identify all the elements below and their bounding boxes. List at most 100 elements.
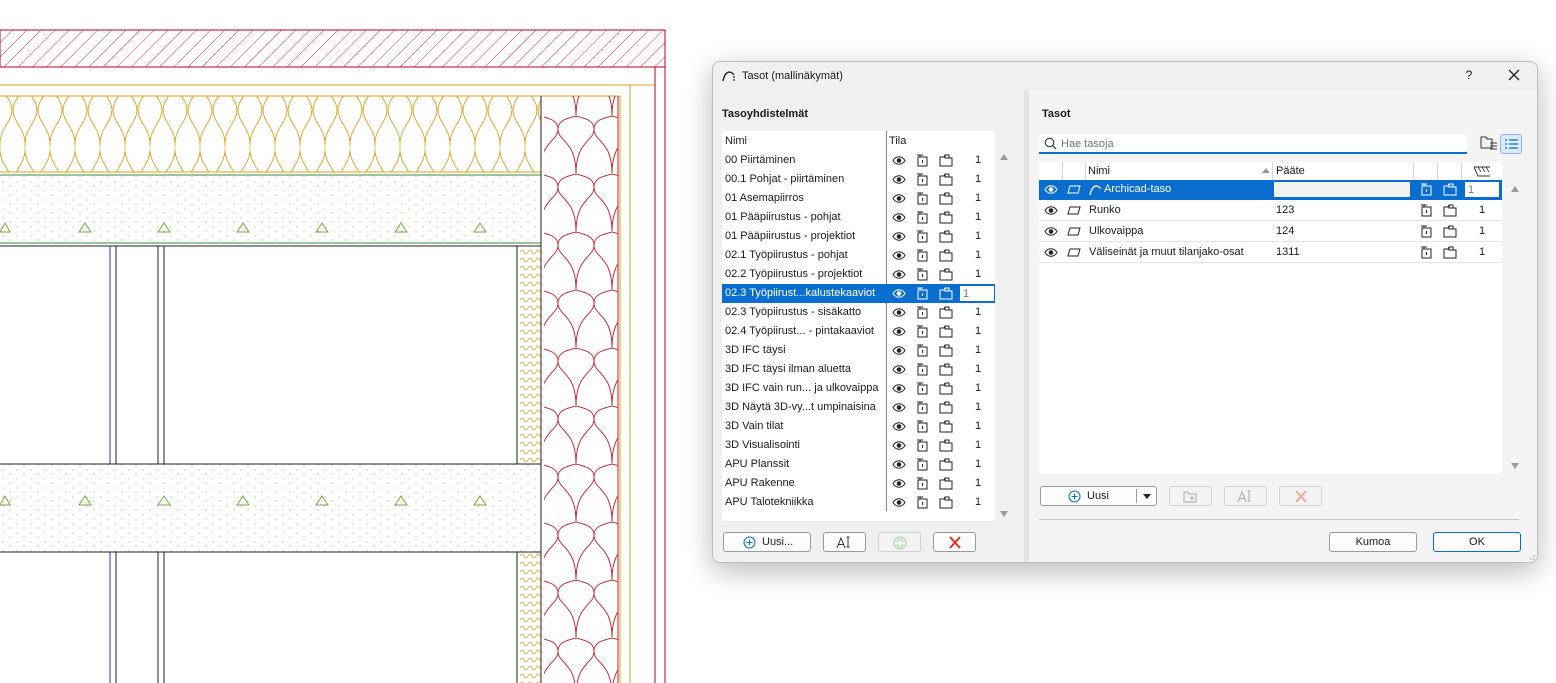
layers-scroll-down[interactable] [1511,463,1519,469]
list-item[interactable]: 01 Pääpiirustus - pohjat 1 [722,208,995,227]
combinations-list[interactable]: Nimi Tila 00 Piirtäminen 1 00.1 Pohjat - p… [722,131,995,521]
eye-icon[interactable] [892,173,906,186]
layer-icon[interactable] [1067,246,1081,259]
table-row[interactable]: Archicad-taso 1 [1039,180,1502,200]
header-solid[interactable] [1438,162,1462,180]
solid-mode-icon[interactable] [939,344,953,357]
list-item[interactable]: 02.3 Työpiirust...kalustekaaviot 1 [722,284,995,303]
lock-icon[interactable] [915,249,929,262]
eye-icon[interactable] [892,401,906,414]
solid-mode-icon[interactable] [939,439,953,452]
layer-icon[interactable] [1067,204,1081,217]
solid-mode-icon[interactable] [939,154,953,167]
help-button[interactable]: ? [1462,68,1476,84]
table-row[interactable]: Runko 123 1 [1039,201,1502,221]
lock-icon[interactable] [915,344,929,357]
eye-icon[interactable] [892,420,906,433]
close-icon[interactable] [1506,67,1522,83]
lock-icon[interactable] [1419,204,1433,217]
list-item[interactable]: 02.1 Työpiirustus - pohjat 1 [722,246,995,265]
eye-icon[interactable] [892,230,906,243]
delete-layer-button[interactable] [1279,486,1322,506]
solid-mode-icon[interactable] [939,325,953,338]
eye-icon[interactable] [892,344,906,357]
solid-mode-icon[interactable] [939,211,953,224]
list-item[interactable]: 3D Näytä 3D-vy...t umpinaisina 1 [722,398,995,417]
dialog-titlebar[interactable]: Tasot (mallinäkymät) ? [713,62,1537,90]
header-lock[interactable] [1063,162,1086,180]
table-row[interactable]: Väliseinät ja muut tilanjako-osat 1311 1 [1039,243,1502,263]
eye-icon[interactable] [892,458,906,471]
lock-icon[interactable] [915,382,929,395]
eye-icon[interactable] [892,154,906,167]
cancel-button[interactable]: Kumoa [1329,532,1417,552]
header-extension[interactable]: Pääte [1273,162,1414,180]
eye-icon[interactable] [892,363,906,376]
list-item[interactable]: APU Rakenne 1 [722,474,995,493]
eye-icon[interactable] [892,382,906,395]
lock-icon[interactable] [1419,225,1433,238]
header-visibility[interactable] [1039,162,1063,180]
list-item[interactable]: 3D Vain tilat 1 [722,417,995,436]
eye-icon[interactable] [1044,246,1058,259]
layer-icon[interactable] [1067,225,1081,238]
lock-icon[interactable] [915,325,929,338]
lock-icon[interactable] [915,439,929,452]
solid-mode-icon[interactable] [939,192,953,205]
lock-icon[interactable] [915,230,929,243]
solid-mode-icon[interactable] [939,268,953,281]
lock-icon[interactable] [915,154,929,167]
solid-mode-icon[interactable] [939,496,953,509]
lock-icon[interactable] [1419,246,1433,259]
list-item[interactable]: 02.3 Työpiirustus - sisäkatto 1 [722,303,995,322]
rename-layer-button[interactable] [1224,486,1267,506]
solid-mode-icon[interactable] [939,306,953,319]
list-item[interactable]: 3D Visualisointi 1 [722,436,995,455]
lock-icon[interactable] [915,496,929,509]
solid-mode-icon[interactable] [939,287,953,300]
list-item[interactable]: 02.4 Työpiirust... - pintakaaviot 1 [722,322,995,341]
resize-grip-icon[interactable] [1527,552,1535,560]
layers-scroll-up[interactable] [1511,186,1519,192]
list-item[interactable]: APU Planssit 1 [722,455,995,474]
solid-mode-icon[interactable] [1443,183,1457,196]
lock-icon[interactable] [915,306,929,319]
lock-icon[interactable] [915,287,929,300]
list-item[interactable]: 00.1 Pohjat - piirtäminen 1 [722,170,995,189]
eye-icon[interactable] [892,211,906,224]
eye-icon[interactable] [1044,204,1058,217]
eye-icon[interactable] [892,268,906,281]
layers-table[interactable]: Nimi Pääte Archicad-taso 1 Runko 123 1 Ulkova… [1039,162,1502,474]
folder-tree-icon[interactable] [1480,135,1498,151]
new-layer-button[interactable]: Uusi [1040,486,1157,506]
lock-icon[interactable] [915,192,929,205]
column-header-name[interactable]: Nimi [725,135,747,147]
list-item[interactable]: 01 Pääpiirustus - projektiot 1 [722,227,995,246]
delete-combination-button[interactable] [933,532,976,552]
intersection-group-value[interactable]: 1 [1464,181,1500,198]
table-row[interactable]: Ulkovaippa 124 1 [1039,222,1502,242]
solid-mode-icon[interactable] [939,420,953,433]
layer-extension[interactable] [1273,181,1411,198]
redefine-combination-button[interactable] [878,532,921,552]
combinations-scroll-down[interactable] [1000,511,1008,517]
lock-icon[interactable] [915,173,929,186]
solid-mode-icon[interactable] [1443,204,1457,217]
header-wire[interactable] [1414,162,1438,180]
solid-mode-icon[interactable] [939,230,953,243]
solid-mode-icon[interactable] [1443,225,1457,238]
eye-icon[interactable] [892,477,906,490]
header-intersection[interactable] [1462,162,1502,180]
eye-icon[interactable] [892,325,906,338]
lock-icon[interactable] [915,477,929,490]
solid-mode-icon[interactable] [939,382,953,395]
header-name[interactable]: Nimi [1086,162,1273,180]
new-combination-button[interactable]: Uusi... [723,532,811,552]
list-item[interactable]: 00 Piirtäminen 1 [722,151,995,170]
lock-icon[interactable] [915,268,929,281]
cad-drawing-canvas[interactable] [0,0,700,683]
search-input[interactable] [1061,136,1461,151]
eye-icon[interactable] [892,192,906,205]
combinations-scroll-up[interactable] [1000,154,1008,160]
lock-icon[interactable] [915,401,929,414]
